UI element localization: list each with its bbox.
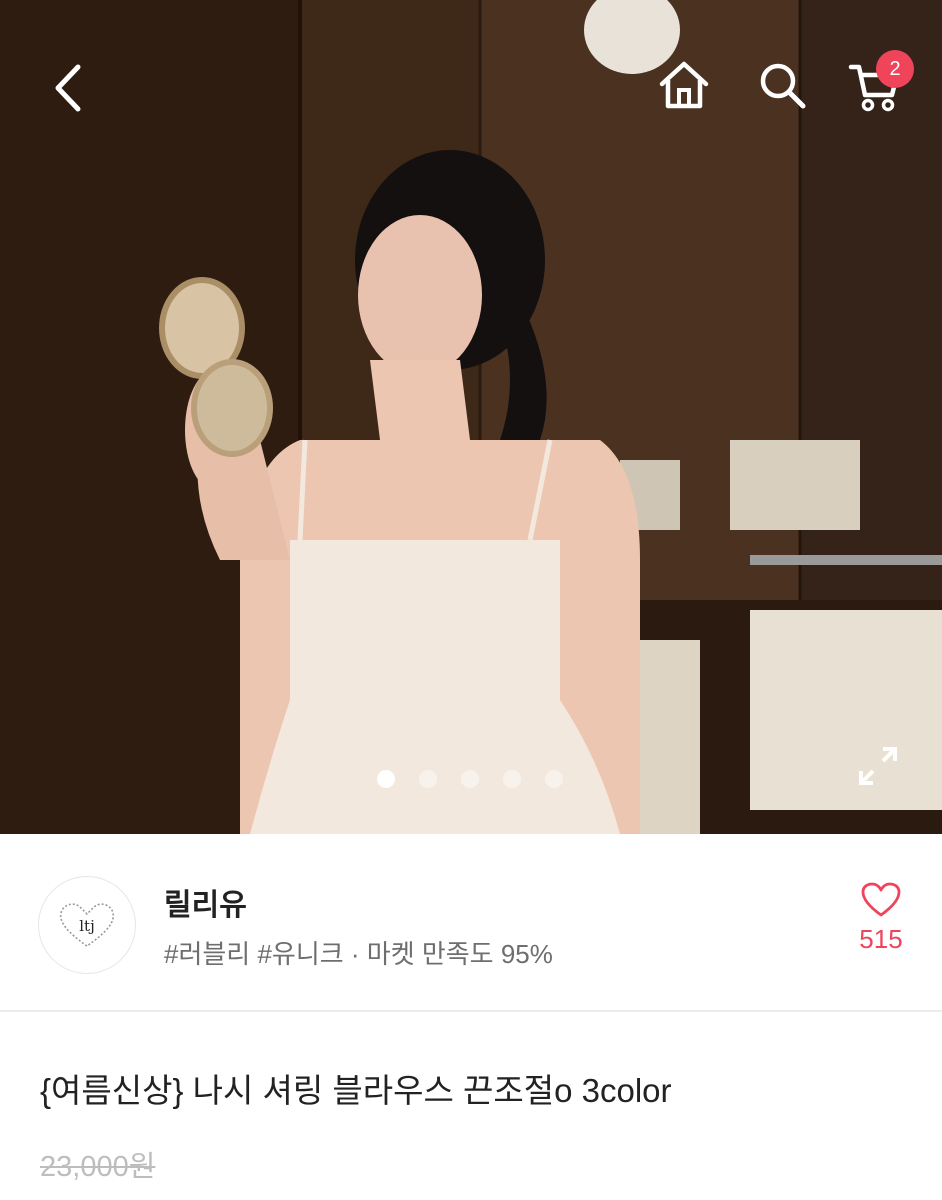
pagination-dot[interactable] [503,770,521,788]
section-divider [0,1010,942,1012]
like-button[interactable]: 515 [846,882,916,955]
product-photo [0,0,942,834]
pagination-dot[interactable] [461,770,479,788]
back-button[interactable] [44,60,90,116]
search-icon [760,63,806,109]
pagination-dot-active[interactable] [377,770,395,788]
seller-tags: #러블리 #유니크 · 마켓 만족도 95% [164,939,553,969]
seller-section[interactable] [0,834,942,1010]
expand-icon [859,747,897,785]
cart-count-badge: 2 [876,50,914,88]
pagination-dot[interactable] [419,770,437,788]
seller-logo-heart-icon: ltj [59,903,115,947]
home-icon [659,61,709,109]
like-count: 515 [859,924,903,954]
product-image-gallery[interactable]: 2 [0,0,942,834]
seller-logo-text: ltj [79,917,94,935]
expand-button[interactable] [854,742,902,790]
original-price: 23,000원 [40,1151,156,1183]
chevron-left-icon [55,64,81,112]
product-title: {여름신상} 나시 셔링 블라우스 끈조절o 3color [40,1072,672,1109]
home-button[interactable] [656,58,712,112]
seller-name[interactable]: 릴리유 [164,880,247,924]
seller-avatar[interactable]: ltj [38,876,136,974]
heart-icon [861,882,901,917]
pagination-dot[interactable] [545,770,563,788]
gallery-pagination [377,770,563,788]
search-button[interactable] [754,58,810,112]
